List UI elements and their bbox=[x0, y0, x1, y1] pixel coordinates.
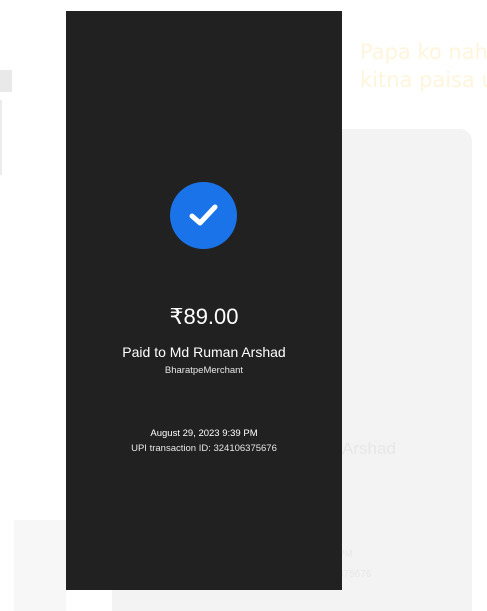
background-left-mark bbox=[0, 70, 12, 92]
background-caption: Papa ko nahi kitna paisa ud bbox=[360, 38, 487, 94]
payment-receipt-screen: ₹89.00 Paid to Md Ruman Arshad BharatpeM… bbox=[66, 11, 342, 590]
check-icon bbox=[170, 182, 237, 249]
background-caption-line1: Papa ko nahi bbox=[360, 40, 487, 64]
payee-name: Paid to Md Ruman Arshad bbox=[122, 344, 286, 360]
payment-datetime: August 29, 2023 9:39 PM bbox=[150, 428, 258, 439]
checkmark-glyph bbox=[189, 204, 218, 226]
background-caption-line2: kitna paisa ud bbox=[360, 68, 487, 92]
background-ghost-upi: 375676 bbox=[338, 569, 372, 580]
background-ghost-payee: Arshad bbox=[342, 439, 396, 458]
payment-amount: ₹89.00 bbox=[169, 304, 239, 329]
upi-transaction-id: UPI transaction ID: 324106375676 bbox=[131, 443, 277, 454]
merchant-name: BharatpeMerchant bbox=[164, 365, 244, 376]
background-left-line bbox=[0, 100, 2, 175]
background-left-strip bbox=[14, 520, 66, 611]
